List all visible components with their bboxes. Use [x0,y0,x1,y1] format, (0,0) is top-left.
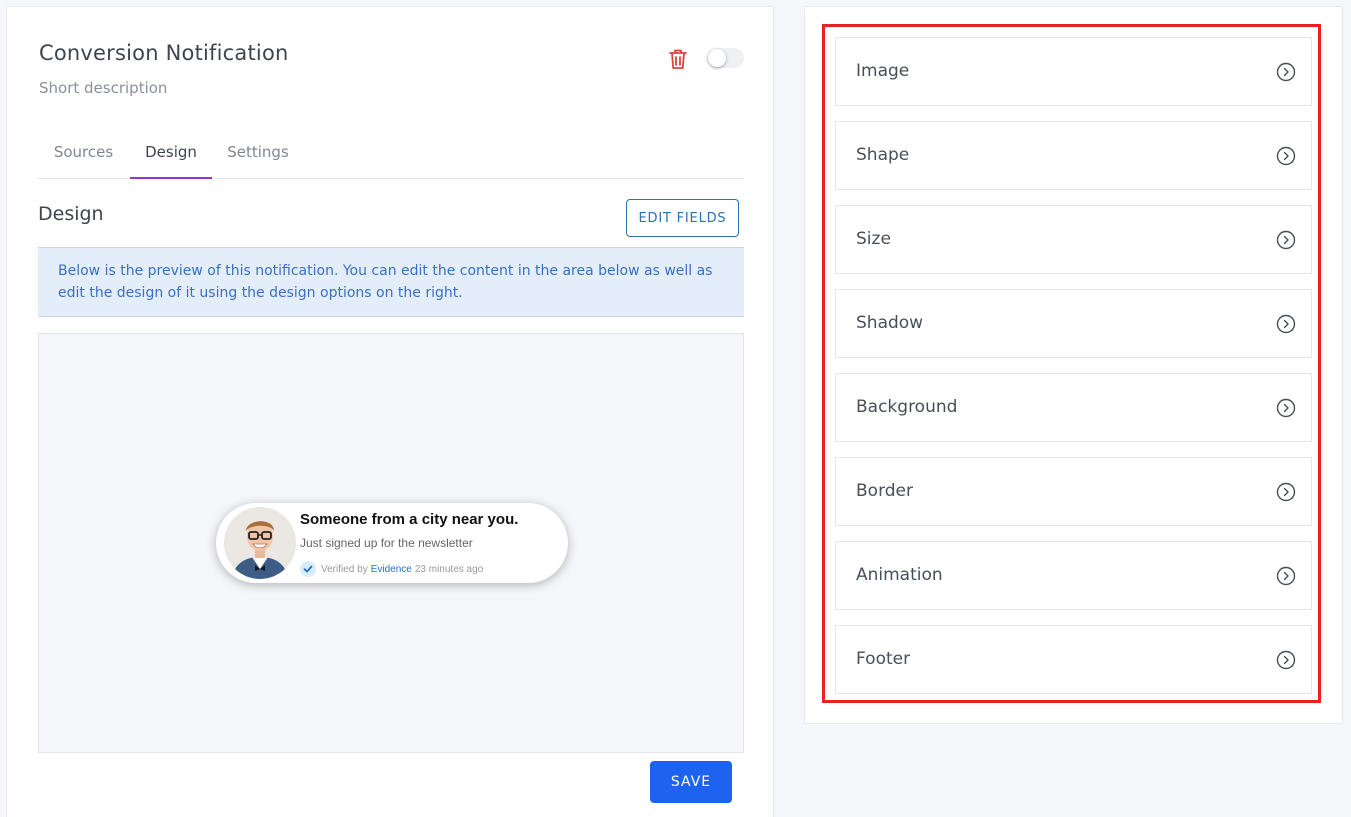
notification-preview[interactable]: Someone from a city near you. Just signe… [216,503,568,583]
option-label: Shape [856,145,910,165]
tab-design[interactable]: Design [130,131,212,179]
chevron-right-circle-icon [1276,650,1296,670]
verified-time: 23 minutes ago [414,563,484,575]
preview-area: Someone from a city near you. Just signe… [38,333,744,753]
avatar [224,507,296,579]
enable-toggle[interactable] [707,48,744,68]
verified-line: Verified by Evidence 23 minutes ago [300,561,483,577]
verified-prefix: Verified by [321,563,368,575]
edit-fields-button[interactable]: EDIT FIELDS [626,199,739,237]
avatar-image [224,507,296,579]
option-shape[interactable]: Shape [835,121,1312,190]
page-subtitle: Short description [39,79,168,97]
check-icon [300,561,316,577]
tab-settings[interactable]: Settings [216,131,300,179]
option-background[interactable]: Background [835,373,1312,442]
save-button[interactable]: SAVE [650,761,732,803]
option-label: Image [856,61,910,81]
option-footer[interactable]: Footer [835,625,1312,694]
chevron-right-circle-icon [1276,398,1296,418]
option-label: Border [856,481,913,501]
option-label: Size [856,229,891,249]
section-title: Design [38,203,104,225]
chevron-right-circle-icon [1276,566,1296,586]
option-border[interactable]: Border [835,457,1312,526]
option-label: Animation [856,565,943,585]
page-title: Conversion Notification [39,41,289,65]
verified-brand: Evidence [370,563,412,575]
chevron-right-circle-icon [1276,314,1296,334]
tab-sources[interactable]: Sources [38,131,129,179]
info-banner: Below is the preview of this notificatio… [38,247,744,317]
toggle-knob [708,49,726,67]
option-shadow[interactable]: Shadow [835,289,1312,358]
option-size[interactable]: Size [835,205,1312,274]
option-label: Shadow [856,313,924,333]
tab-bar: Sources Design Settings [38,131,744,179]
chevron-right-circle-icon [1276,230,1296,250]
chevron-right-circle-icon [1276,146,1296,166]
option-image[interactable]: Image [835,37,1312,106]
chevron-right-circle-icon [1276,62,1296,82]
option-animation[interactable]: Animation [835,541,1312,610]
option-label: Footer [856,649,911,669]
trash-icon[interactable] [667,47,689,71]
notification-title: Someone from a city near you. [300,511,519,528]
notification-message: Just signed up for the newsletter [300,536,473,550]
chevron-right-circle-icon [1276,482,1296,502]
option-label: Background [856,397,958,417]
notification-editor-card: Conversion Notification Short descriptio… [6,6,774,817]
